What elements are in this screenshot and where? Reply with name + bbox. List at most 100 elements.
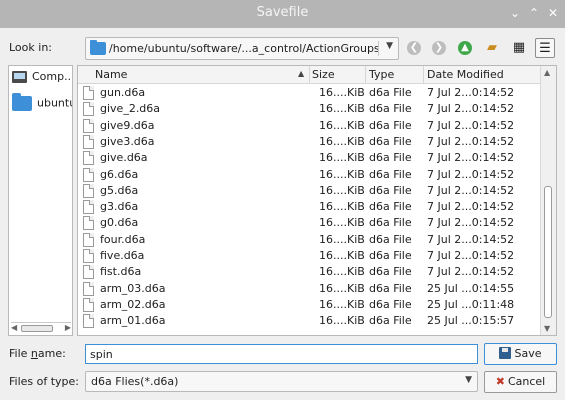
scrollbar-thumb[interactable]: [544, 186, 552, 318]
table-row[interactable]: g6.d6a 16....KiB d6a File 7 Jul 2...0:14:52: [78, 167, 540, 183]
close-icon[interactable]: ✕: [545, 5, 561, 21]
file-name-cell: fist.d6a: [100, 265, 142, 279]
file-size-cell: 16....KiB: [319, 265, 365, 279]
file-date-cell: 7 Jul 2...0:14:52: [427, 118, 515, 132]
file-type-combo[interactable]: d6a Flies(*.d6a) ▼: [85, 371, 478, 392]
file-date-cell: 25 Jul ...0:11:48: [427, 297, 515, 311]
file-type-cell: d6a File: [369, 183, 412, 197]
file-date-cell: 7 Jul 2...0:14:52: [427, 102, 515, 116]
sidebar-item-computer[interactable]: Comp...: [12, 70, 72, 83]
table-row[interactable]: g3.d6a 16....KiB d6a File 7 Jul 2...0:14:52: [78, 199, 540, 215]
cancel-x-icon: ✖: [495, 375, 505, 388]
file-name-cell: g3.d6a: [100, 200, 139, 214]
table-row[interactable]: arm_02.d6a 16....KiB d6a File 25 Jul ...0:1…: [78, 297, 540, 313]
file-name-cell: arm_01.d6a: [100, 314, 166, 328]
file-icon: [83, 151, 94, 166]
file-size-cell: 16....KiB: [319, 118, 365, 132]
vertical-scrollbar[interactable]: ▲ ▼: [540, 66, 556, 335]
table-row[interactable]: give.d6a 16....KiB d6a File 7 Jul 2...0:14:…: [78, 150, 540, 166]
file-list-header: Name ▲ Size Type Date Modified: [78, 66, 540, 84]
file-name-cell: g5.d6a: [100, 183, 139, 197]
table-row[interactable]: give9.d6a 16....KiB d6a File 7 Jul 2...0:14…: [78, 118, 540, 134]
scroll-right-icon[interactable]: ▶: [65, 323, 71, 332]
file-name-cell: give9.d6a: [100, 118, 155, 132]
file-name-label: File name:: [9, 347, 66, 360]
table-row[interactable]: five.d6a 16....KiB d6a File 7 Jul 2...0:14:…: [78, 248, 540, 264]
file-date-cell: 25 Jul ...0:14:55: [427, 281, 515, 295]
scroll-down-icon[interactable]: ▼: [544, 324, 550, 333]
parent-directory-icon[interactable]: ▲: [455, 38, 475, 58]
file-size-cell: 16....KiB: [319, 167, 365, 181]
table-row[interactable]: fist.d6a 16....KiB d6a File 7 Jul 2...0:14:…: [78, 264, 540, 280]
table-row[interactable]: g0.d6a 16....KiB d6a File 7 Jul 2...0:14:52: [78, 215, 540, 231]
file-type-cell: d6a File: [369, 249, 412, 262]
home-folder-icon: [12, 93, 32, 111]
file-icon: [83, 297, 94, 312]
file-icon: [83, 134, 94, 149]
maximize-icon[interactable]: ⌃: [526, 5, 542, 21]
sidebar: Comp... ubuntu ◀ ▶: [8, 65, 73, 336]
file-type-cell: d6a File: [369, 216, 412, 230]
table-row[interactable]: arm_03.d6a 16....KiB d6a File 25 Jul ...0:1…: [78, 281, 540, 297]
file-name-cell: give.d6a: [100, 151, 148, 165]
file-name-cell: give_2.d6a: [100, 102, 161, 116]
column-divider[interactable]: [309, 66, 310, 84]
sidebar-item-label: ubuntu: [37, 96, 73, 110]
scroll-up-icon[interactable]: ▲: [544, 68, 550, 77]
forward-icon[interactable]: ❯: [429, 38, 449, 58]
cancel-button[interactable]: ✖ Cancel: [484, 371, 557, 393]
save-button[interactable]: Save: [484, 343, 557, 365]
look-in-combo[interactable]: /home/ubuntu/software/...a_control/Actio…: [85, 37, 399, 60]
sidebar-item-home[interactable]: ubuntu: [12, 93, 73, 111]
table-row[interactable]: give_2.d6a 16....KiB d6a File 7 Jul 2...0:1…: [78, 101, 540, 117]
file-type-cell: d6a File: [369, 314, 412, 328]
file-name-label-mnemonic: n: [30, 347, 38, 360]
list-view-icon[interactable]: ▦: [509, 38, 529, 58]
back-icon[interactable]: ❮: [404, 38, 424, 58]
file-icon: [83, 249, 94, 263]
cancel-button-label: Cancel: [507, 375, 546, 388]
file-size-cell: 16....KiB: [319, 281, 365, 295]
file-date-cell: 7 Jul 2...0:14:52: [427, 232, 515, 246]
file-icon: [83, 216, 94, 231]
file-size-cell: 16....KiB: [319, 232, 365, 246]
folder-icon: [90, 40, 106, 55]
sort-ascending-icon: ▲: [298, 69, 305, 78]
detail-view-icon[interactable]: ☰: [535, 38, 555, 58]
file-type-cell: d6a File: [369, 265, 412, 279]
chevron-down-icon[interactable]: ▼: [465, 375, 472, 385]
file-type-cell: d6a File: [369, 232, 412, 246]
file-size-cell: 16....KiB: [319, 249, 365, 262]
minimize-icon[interactable]: ⌄: [507, 5, 523, 21]
file-type-cell: d6a File: [369, 151, 412, 165]
new-folder-icon[interactable]: ▰: [482, 38, 502, 58]
column-divider[interactable]: [423, 66, 424, 84]
column-divider[interactable]: [365, 66, 366, 84]
column-header-date[interactable]: Date Modified: [427, 68, 504, 81]
column-header-type[interactable]: Type: [369, 68, 394, 81]
file-size-cell: 16....KiB: [319, 134, 365, 148]
file-icon: [83, 183, 94, 198]
scroll-left-icon[interactable]: ◀: [11, 323, 17, 332]
sidebar-horizontal-scrollbar[interactable]: ◀ ▶: [11, 322, 71, 333]
table-row[interactable]: gun.d6a 16....KiB d6a File 7 Jul 2...0:14:5…: [78, 85, 540, 101]
file-size-cell: 16....KiB: [319, 183, 365, 197]
chevron-down-icon[interactable]: ▼: [386, 41, 393, 51]
file-icon: [83, 281, 94, 296]
file-name-input[interactable]: [85, 344, 478, 364]
table-row[interactable]: four.d6a 16....KiB d6a File 7 Jul 2...0:14:…: [78, 232, 540, 248]
file-icon: [83, 86, 94, 100]
file-date-cell: 7 Jul 2...0:14:52: [427, 134, 515, 148]
table-row[interactable]: g5.d6a 16....KiB d6a File 7 Jul 2...0:14:52: [78, 183, 540, 199]
file-icon: [83, 167, 94, 182]
column-header-name[interactable]: Name: [95, 68, 127, 81]
file-date-cell: 7 Jul 2...0:14:52: [427, 151, 515, 165]
table-row[interactable]: arm_01.d6a 16....KiB d6a File 25 Jul ...0:1…: [78, 313, 540, 329]
table-row[interactable]: give3.d6a 16....KiB d6a File 7 Jul 2...0:14…: [78, 134, 540, 150]
file-type-cell: d6a File: [369, 102, 412, 116]
column-header-size[interactable]: Size: [312, 68, 335, 81]
scrollbar-thumb[interactable]: [21, 325, 53, 332]
file-name-cell: g0.d6a: [100, 216, 139, 230]
file-name-cell: four.d6a: [100, 232, 146, 246]
combo-separator: [378, 41, 379, 56]
